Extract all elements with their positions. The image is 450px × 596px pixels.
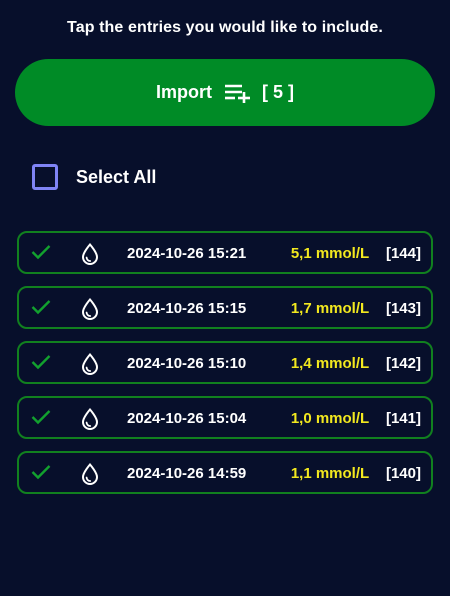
import-button-label: Import xyxy=(155,82,212,102)
entry-index: [140] xyxy=(385,465,421,482)
entry-row[interactable]: 2024-10-26 14:59 1,1 mmol/L [140] xyxy=(17,451,433,494)
entry-datetime: 2024-10-26 15:21 xyxy=(127,245,247,262)
entry-datetime: 2024-10-26 14:59 xyxy=(127,465,247,482)
entry-row[interactable]: 2024-10-26 15:04 1,0 mmol/L [141] xyxy=(17,396,433,439)
entry-row[interactable]: 2024-10-26 15:15 1,7 mmol/L [143] xyxy=(17,286,433,329)
check-icon xyxy=(31,409,51,430)
entry-index: [141] xyxy=(385,410,421,427)
select-all-checkbox[interactable] xyxy=(32,164,58,190)
select-all-label: Select All xyxy=(76,166,157,187)
entry-row[interactable]: 2024-10-26 15:10 1,4 mmol/L [142] xyxy=(17,341,433,384)
entry-index: [144] xyxy=(385,245,421,262)
blood-drop-icon xyxy=(81,462,99,490)
entry-index: [142] xyxy=(385,355,421,372)
entry-value: 1,4 mmol/L xyxy=(290,355,370,372)
entry-datetime: 2024-10-26 15:15 xyxy=(127,300,247,317)
entry-datetime: 2024-10-26 15:04 xyxy=(127,410,247,427)
blood-drop-icon xyxy=(81,407,99,435)
import-button[interactable]: Import [ 5 ] xyxy=(15,59,435,126)
entry-row[interactable]: 2024-10-26 15:21 5,1 mmol/L [144] xyxy=(17,231,433,274)
check-icon xyxy=(31,299,51,320)
blood-drop-icon xyxy=(81,297,99,325)
entry-index: [143] xyxy=(385,300,421,317)
playlist-add-icon xyxy=(224,83,250,103)
entry-value: 1,7 mmol/L xyxy=(290,300,370,317)
entry-datetime: 2024-10-26 15:10 xyxy=(127,355,247,372)
instruction-text: Tap the entries you would like to includ… xyxy=(67,19,383,36)
entry-value: 5,1 mmol/L xyxy=(290,245,370,262)
blood-drop-icon xyxy=(81,352,99,380)
entry-value: 1,0 mmol/L xyxy=(290,410,370,427)
entries-list: 2024-10-26 15:21 5,1 mmol/L [144] 2024-1… xyxy=(17,231,433,506)
check-icon xyxy=(31,354,51,375)
entry-value: 1,1 mmol/L xyxy=(290,465,370,482)
blood-drop-icon xyxy=(81,242,99,270)
select-all-control[interactable]: Select All xyxy=(32,164,156,190)
check-icon xyxy=(31,464,51,485)
check-icon xyxy=(31,244,51,265)
import-count: [ 5 ] xyxy=(261,82,294,102)
